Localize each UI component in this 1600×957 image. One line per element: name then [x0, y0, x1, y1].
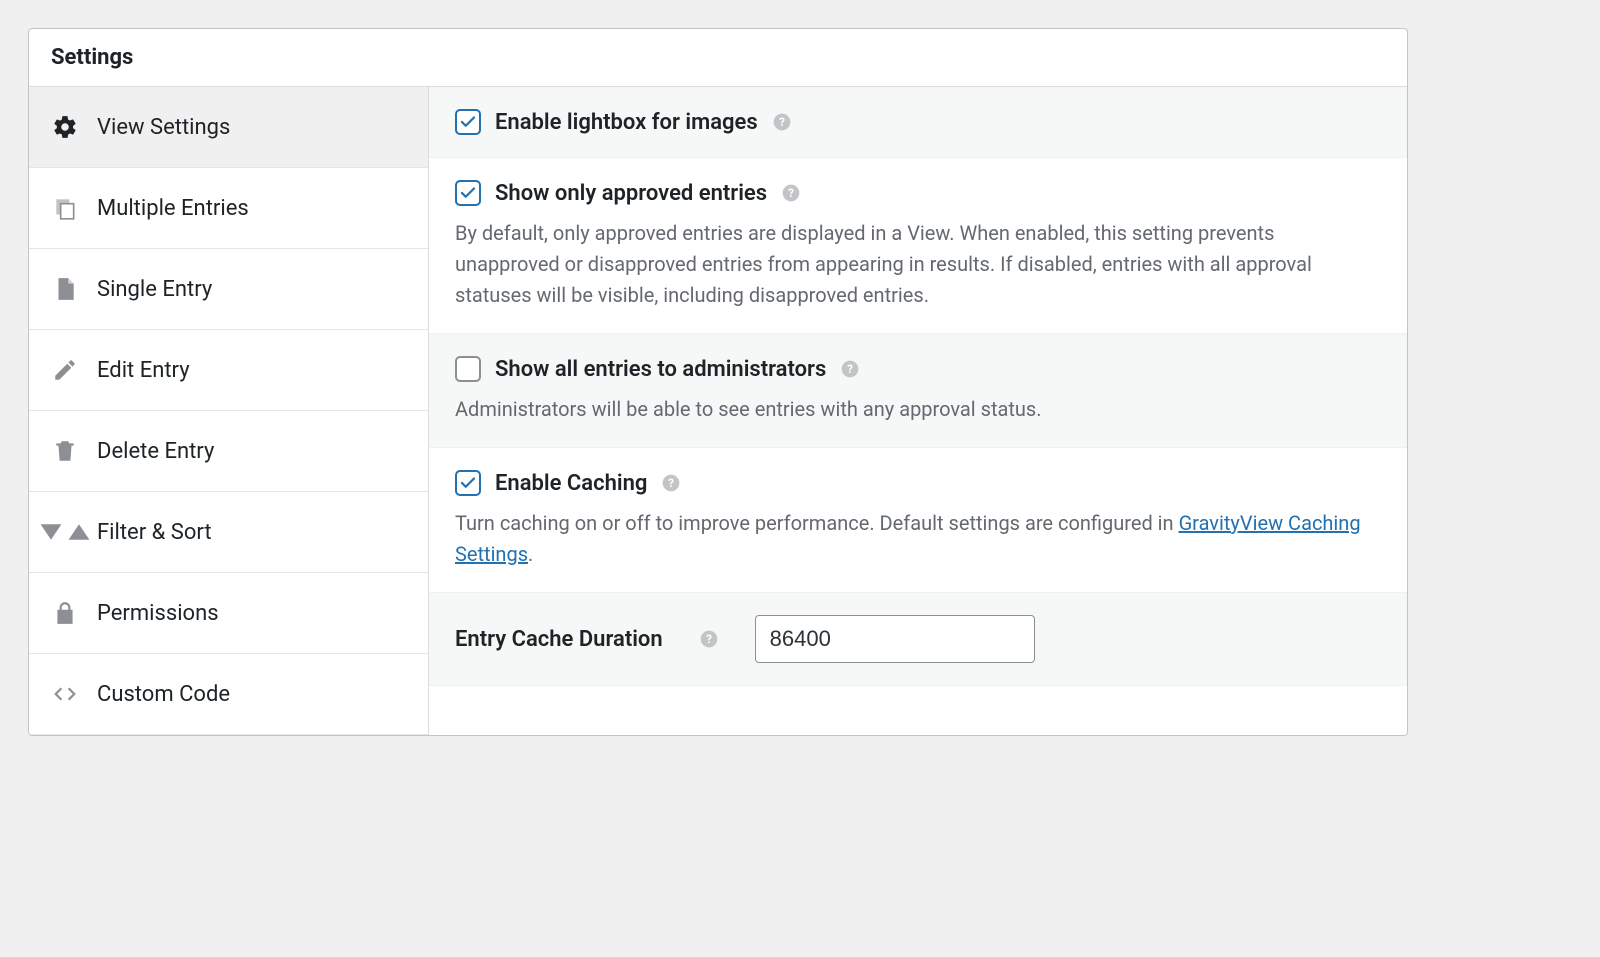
sidebar-item-label: Multiple Entries: [97, 196, 249, 221]
svg-text:?: ?: [706, 632, 712, 646]
help-icon[interactable]: ?: [661, 473, 681, 493]
sidebar-item-edit-entry[interactable]: Edit Entry: [29, 330, 428, 411]
gear-icon: [51, 113, 79, 141]
lock-icon: [51, 599, 79, 627]
help-icon[interactable]: ?: [772, 112, 792, 132]
setting-caching: Enable Caching ? Turn caching on or off …: [429, 448, 1407, 593]
cache-duration-input[interactable]: [755, 615, 1035, 663]
help-icon[interactable]: ?: [699, 629, 719, 649]
approved-description: By default, only approved entries are di…: [455, 218, 1381, 311]
lightbox-checkbox[interactable]: [455, 109, 481, 135]
sidebar-item-label: View Settings: [97, 115, 230, 140]
caching-label: Enable Caching: [495, 471, 647, 496]
sidebar-item-label: Edit Entry: [97, 358, 190, 383]
caching-checkbox[interactable]: [455, 470, 481, 496]
svg-text:?: ?: [788, 186, 794, 200]
sidebar-item-custom-code[interactable]: Custom Code: [29, 654, 428, 735]
admin-all-label: Show all entries to administrators: [495, 357, 826, 382]
trash-icon: [51, 437, 79, 465]
stack-icon: [51, 194, 79, 222]
admin-all-description: Administrators will be able to see entri…: [455, 394, 1381, 425]
sidebar-item-single-entry[interactable]: Single Entry: [29, 249, 428, 330]
setting-cache-duration: Entry Cache Duration ?: [429, 593, 1407, 686]
panel-body: View Settings Multiple Entries Single En…: [29, 87, 1407, 735]
admin-all-checkbox[interactable]: [455, 356, 481, 382]
help-icon[interactable]: ?: [781, 183, 801, 203]
approved-label: Show only approved entries: [495, 181, 767, 206]
sidebar-item-label: Delete Entry: [97, 439, 214, 464]
setting-admin-all: Show all entries to administrators ? Adm…: [429, 334, 1407, 448]
sidebar-item-view-settings[interactable]: View Settings: [29, 87, 428, 168]
pencil-icon: [51, 356, 79, 384]
caching-description: Turn caching on or off to improve perfor…: [455, 508, 1381, 570]
sidebar-item-multiple-entries[interactable]: Multiple Entries: [29, 168, 428, 249]
cache-duration-label: Entry Cache Duration: [455, 627, 663, 652]
svg-text:?: ?: [668, 476, 674, 490]
sidebar-item-permissions[interactable]: Permissions: [29, 573, 428, 654]
svg-text:?: ?: [779, 115, 785, 129]
setting-approved: Show only approved entries ? By default,…: [429, 158, 1407, 334]
code-icon: [51, 680, 79, 708]
lightbox-label: Enable lightbox for images: [495, 110, 758, 135]
sidebar-item-label: Permissions: [97, 601, 219, 626]
settings-sidebar: View Settings Multiple Entries Single En…: [29, 87, 429, 735]
sidebar-item-delete-entry[interactable]: Delete Entry: [29, 411, 428, 492]
sidebar-item-label: Filter & Sort: [97, 520, 212, 545]
sidebar-item-filter-sort[interactable]: Filter & Sort: [29, 492, 428, 573]
help-icon[interactable]: ?: [840, 359, 860, 379]
settings-panel: Settings View Settings Multiple Entries: [28, 28, 1408, 736]
panel-title: Settings: [29, 29, 1407, 87]
sidebar-item-label: Single Entry: [97, 277, 212, 302]
sort-icon: [51, 518, 79, 546]
document-icon: [51, 275, 79, 303]
settings-content: Enable lightbox for images ? Show only a…: [429, 87, 1407, 735]
setting-lightbox: Enable lightbox for images ?: [429, 87, 1407, 158]
svg-text:?: ?: [847, 362, 853, 376]
sidebar-item-label: Custom Code: [97, 682, 230, 707]
approved-checkbox[interactable]: [455, 180, 481, 206]
